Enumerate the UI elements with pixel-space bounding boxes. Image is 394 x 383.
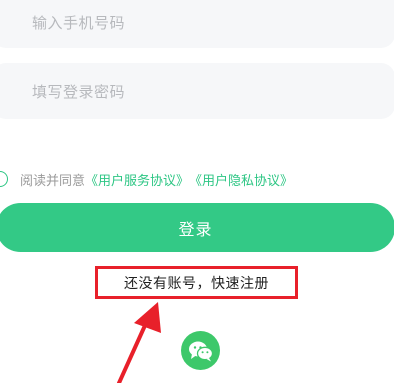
privacy-policy-link[interactable]: 《用户隐私协议》: [189, 170, 293, 189]
password-input[interactable]: 填写登录密码: [0, 63, 394, 119]
user-agreement-link[interactable]: 《用户服务协议》: [85, 170, 189, 189]
agreement-text: 阅读并同意: [20, 173, 86, 189]
agreement-row: 阅读并同意 《用户服务协议》 《用户隐私协议》: [0, 168, 293, 190]
register-link[interactable]: 还没有账号，快速注册: [95, 266, 298, 299]
phone-input-placeholder: 输入手机号码: [32, 13, 126, 32]
password-input-placeholder: 填写登录密码: [32, 82, 126, 101]
login-button[interactable]: 登录: [0, 203, 394, 252]
phone-input[interactable]: 输入手机号码: [0, 0, 394, 48]
annotation-arrow: [117, 302, 161, 383]
agreement-checkbox[interactable]: [0, 171, 8, 187]
wechat-login-button[interactable]: [181, 331, 220, 370]
wechat-icon: [188, 341, 213, 361]
